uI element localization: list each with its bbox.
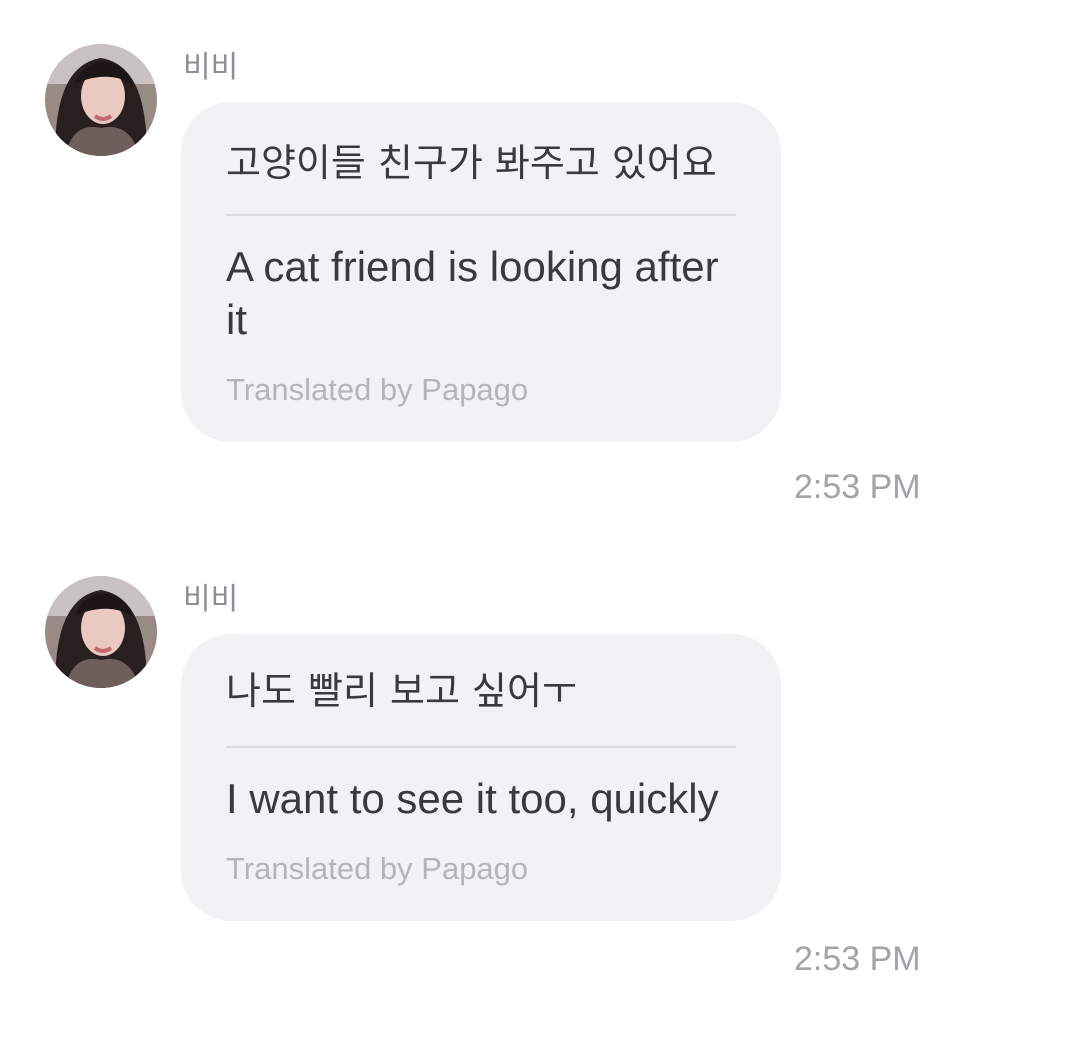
original-text: 나도 빨리 보고 싶어ㅜ <box>226 669 577 713</box>
avatar-image <box>45 576 157 688</box>
translation-credit: Translated by Papago <box>226 851 529 886</box>
avatar[interactable] <box>45 576 157 688</box>
translation-credit: Translated by Papago <box>226 372 529 407</box>
avatar[interactable] <box>45 44 157 156</box>
message-bubble[interactable]: 고양이들 친구가 봐주고 있어요 A cat friend is looking… <box>181 102 781 442</box>
translated-text: A cat friend is looking after it <box>226 243 719 343</box>
message-bubble[interactable]: 나도 빨리 보고 싶어ㅜ I want to see it too, quick… <box>181 634 781 921</box>
translated-text: I want to see it too, quickly <box>226 775 719 822</box>
sender-name: 비비 <box>183 582 239 617</box>
timestamp: 2:53 PM <box>794 940 921 978</box>
chat-message: 비비 나도 빨리 보고 싶어ㅜ I want to see it too, qu… <box>0 576 1079 996</box>
original-text: 고양이들 친구가 봐주고 있어요 <box>226 141 717 185</box>
sender-name: 비비 <box>183 50 239 85</box>
timestamp: 2:53 PM <box>794 468 921 506</box>
chat-message: 비비 고양이들 친구가 봐주고 있어요 A cat friend is look… <box>0 44 1079 514</box>
avatar-image <box>45 44 157 156</box>
